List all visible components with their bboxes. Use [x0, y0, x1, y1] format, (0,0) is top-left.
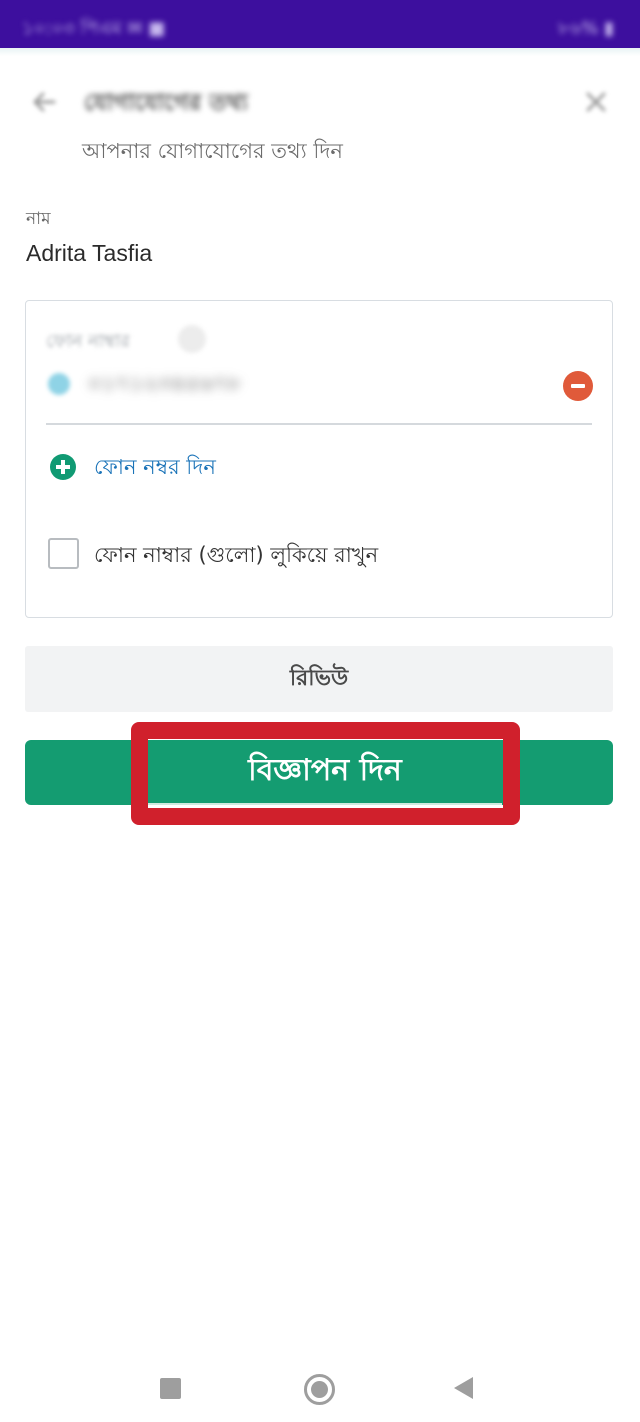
hide-phone-checkbox[interactable] [48, 538, 79, 569]
phone-field-label: ফোন নাম্বার [46, 331, 130, 352]
review-button[interactable]: রিভিউ [25, 646, 613, 712]
status-divider [0, 48, 640, 56]
verified-dot-icon [48, 373, 70, 395]
close-icon[interactable] [582, 88, 610, 116]
status-bar-right: ৮৬% ▮ [557, 18, 614, 39]
add-phone-link[interactable]: ফোন নম্বর দিন [94, 451, 216, 486]
name-label: নাম [26, 209, 51, 229]
recent-apps-icon[interactable] [160, 1378, 181, 1399]
post-ad-button-label[interactable]: বিজ্ঞাপন দিন [148, 740, 502, 805]
nav-back-icon[interactable] [454, 1377, 473, 1399]
phone-card: ফোন নাম্বার ০১৭১২৩৪৫৬৭৮ ফোন নম্বর দিন ফো… [25, 300, 613, 618]
page-title: যোগাযোগের তথ্য [84, 90, 248, 116]
review-button-label: রিভিউ [289, 665, 349, 691]
status-bar-left: ১০:০৩ পিএম ✉ ■ [22, 18, 166, 39]
add-phone-icon[interactable] [50, 454, 76, 480]
remove-phone-button[interactable] [563, 371, 593, 401]
phone-number-value: ০১৭১২৩৪৫৬৭৮ [88, 371, 242, 395]
page-subtitle: আপনার যোগাযোগের তথ্য দিন [82, 139, 343, 163]
help-icon[interactable] [178, 325, 206, 353]
status-bar: ১০:০৩ পিএম ✉ ■ ৮৬% ▮ [0, 0, 640, 48]
phone-divider [46, 423, 592, 425]
hide-phone-label[interactable]: ফোন নাম্বার (গুলো) লুকিয়ে রাখুন [94, 539, 378, 574]
back-arrow-icon[interactable] [28, 86, 60, 118]
name-value: Adrita Tasfia [26, 240, 153, 266]
home-icon[interactable] [304, 1374, 335, 1405]
